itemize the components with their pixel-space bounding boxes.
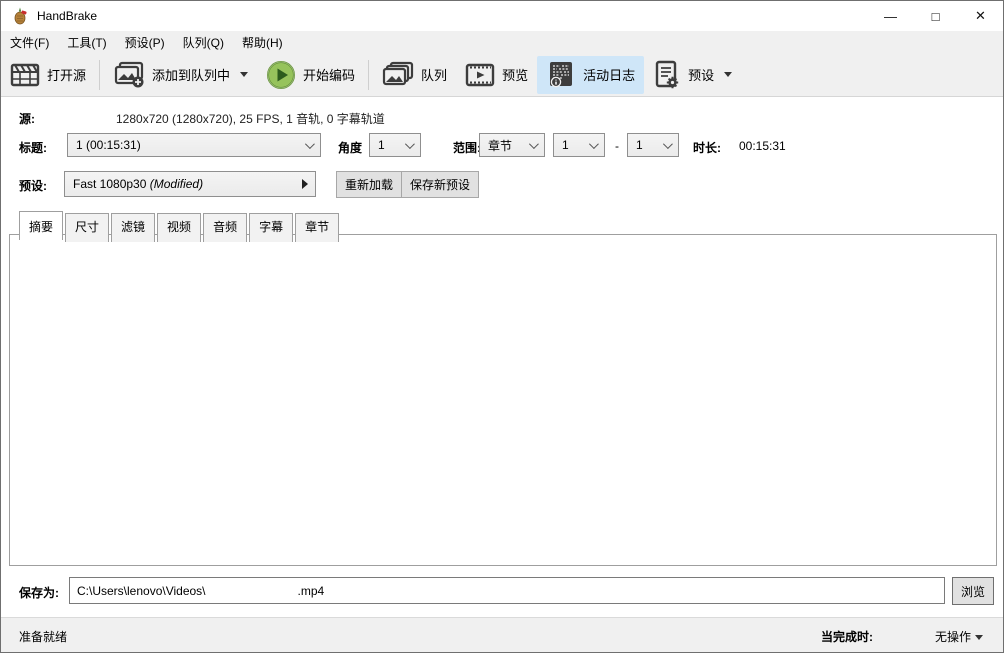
menu-queue[interactable]: 队列(Q): [174, 31, 233, 54]
presets-caret-icon: [724, 72, 732, 77]
duration-label: 时长:: [693, 139, 721, 156]
preview-button[interactable]: 预览: [456, 56, 537, 94]
tab-5[interactable]: 字幕: [249, 213, 293, 242]
chevron-down-icon: [589, 139, 599, 149]
range-label: 范围:: [453, 139, 481, 156]
range-type-select[interactable]: 章节: [479, 133, 545, 157]
clapperboard-icon: [10, 61, 40, 89]
chevron-down-icon: [305, 139, 315, 149]
play-circle-icon: [266, 60, 296, 90]
window-title: HandBrake: [37, 9, 97, 23]
tab-4[interactable]: 音频: [203, 213, 247, 242]
menu-file[interactable]: 文件(F): [1, 31, 58, 54]
activity-log-button[interactable]: 活动日志: [537, 56, 644, 94]
reload-preset-button[interactable]: 重新加载: [336, 171, 402, 198]
save-as-label: 保存为:: [19, 584, 59, 601]
chevron-down-icon: [663, 139, 673, 149]
browse-button[interactable]: 浏览: [952, 577, 994, 605]
presets-button[interactable]: 预设: [644, 56, 741, 94]
handbrake-logo-icon: [11, 7, 29, 25]
handbrake-window: HandBrake — □ ✕ 文件(F) 工具(T) 预设(P) 队列(Q) …: [0, 0, 1004, 653]
tab-1[interactable]: 尺寸: [65, 213, 109, 242]
range-from-select[interactable]: 1: [553, 133, 605, 157]
tab-0[interactable]: 摘要: [19, 211, 63, 240]
minimize-button[interactable]: —: [868, 1, 913, 31]
toolbar-separator: [368, 60, 369, 90]
start-encode-label: 开始编码: [303, 65, 355, 84]
queue-label: 队列: [421, 65, 447, 84]
duration-value: 00:15:31: [739, 139, 786, 153]
menu-help[interactable]: 帮助(H): [233, 31, 292, 54]
destination-path-input[interactable]: C:\Users\lenovo\Videos\ .mp4: [69, 577, 945, 604]
toolbar: 打开源 添加到队列中: [1, 53, 1003, 97]
status-bar: 准备就绪 当完成时: 无操作: [1, 617, 1003, 652]
add-to-queue-icon: [113, 61, 145, 89]
open-source-label: 打开源: [47, 65, 86, 84]
angle-label: 角度: [338, 139, 362, 156]
status-text: 准备就绪: [19, 628, 67, 645]
add-to-queue-label: 添加到队列中: [152, 65, 230, 84]
summary-panel: [9, 234, 997, 566]
when-done-select[interactable]: 无操作: [935, 628, 983, 645]
add-to-queue-caret-icon: [240, 72, 248, 77]
range-dash: -: [615, 139, 619, 153]
preset-modified-flag: (Modified): [150, 177, 203, 191]
add-to-queue-button[interactable]: 添加到队列中: [104, 56, 257, 94]
flyout-arrow-icon: [302, 179, 308, 189]
destination-extension: .mp4: [298, 584, 325, 598]
menu-presets[interactable]: 预设(P): [116, 31, 174, 54]
angle-select[interactable]: 1: [369, 133, 421, 157]
close-button[interactable]: ✕: [958, 1, 1003, 31]
when-done-label: 当完成时:: [821, 628, 873, 645]
preset-label: 预设:: [19, 177, 47, 194]
menu-bar: 文件(F) 工具(T) 预设(P) 队列(Q) 帮助(H): [1, 31, 1003, 53]
tab-2[interactable]: 滤镜: [111, 213, 155, 242]
title-label: 标题:: [19, 139, 47, 156]
title-bar: HandBrake — □ ✕: [1, 1, 1003, 31]
start-encode-button[interactable]: 开始编码: [257, 56, 364, 94]
presets-label: 预设: [688, 65, 714, 84]
queue-icon: [382, 61, 414, 89]
save-new-preset-button[interactable]: 保存新预设: [401, 171, 479, 198]
chevron-down-icon: [975, 635, 983, 640]
source-label: 源:: [19, 110, 35, 127]
source-info: 1280x720 (1280x720), 25 FPS, 1 音轨, 0 字幕轨…: [116, 110, 385, 127]
tab-3[interactable]: 视频: [157, 213, 201, 242]
destination-path: C:\Users\lenovo\Videos\: [77, 584, 206, 598]
toolbar-separator: [99, 60, 100, 90]
tab-6[interactable]: 章节: [295, 213, 339, 242]
preview-film-icon: [465, 61, 495, 89]
menu-tools[interactable]: 工具(T): [58, 31, 115, 54]
preview-label: 预览: [502, 65, 528, 84]
open-source-button[interactable]: 打开源: [1, 56, 95, 94]
chevron-down-icon: [529, 139, 539, 149]
maximize-button[interactable]: □: [913, 1, 958, 31]
tab-bar: 摘要 尺寸 滤镜 视频 音频 字幕 章节: [19, 211, 341, 240]
queue-button[interactable]: 队列: [373, 56, 456, 94]
range-to-select[interactable]: 1: [627, 133, 679, 157]
presets-doc-gear-icon: [653, 60, 681, 90]
activity-log-icon: [546, 60, 576, 90]
chevron-down-icon: [405, 139, 415, 149]
preset-select[interactable]: Fast 1080p30 (Modified): [64, 171, 316, 197]
title-select[interactable]: 1 (00:15:31): [67, 133, 321, 157]
activity-log-label: 活动日志: [583, 65, 635, 84]
